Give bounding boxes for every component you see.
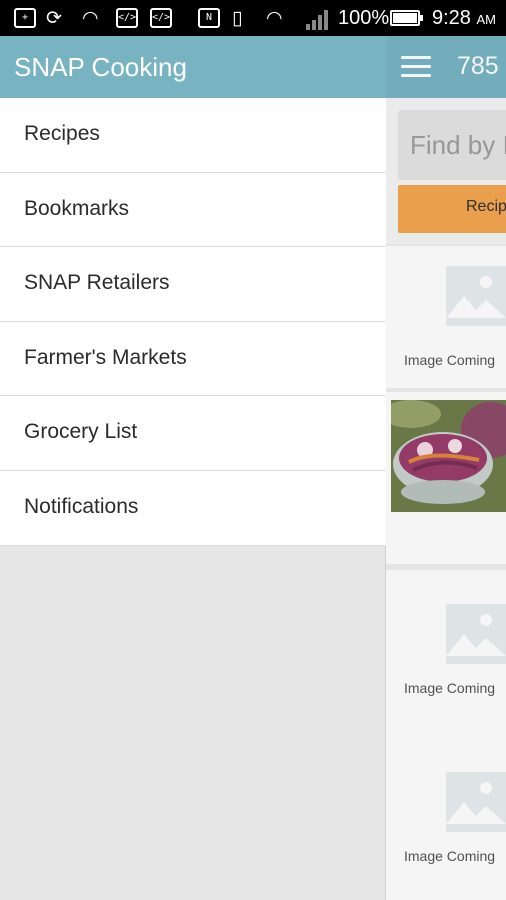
image-placeholder-icon	[446, 772, 506, 832]
app-title: SNAP Cooking	[14, 52, 187, 82]
image-caption: Image Coming	[404, 680, 496, 696]
menu-icon[interactable]	[401, 56, 431, 78]
search-input[interactable]: Find by I	[398, 110, 506, 180]
image-placeholder-icon	[446, 266, 506, 326]
navigation-drawer: SNAP Cooking Recipes Bookmarks SNAP Reta…	[0, 36, 386, 900]
drawer-item-recipes[interactable]: Recipes	[0, 98, 386, 173]
code-icon: </>	[116, 8, 138, 28]
wifi-icon: ◠	[82, 7, 99, 29]
battery-percent: 100%	[338, 7, 390, 29]
image-placeholder-icon	[446, 604, 506, 664]
drawer-item-grocery-list[interactable]: Grocery List	[0, 396, 386, 471]
clock-ampm: AM	[476, 12, 497, 27]
add-box-icon: +	[14, 8, 36, 28]
recipes-button[interactable]: Recip	[398, 185, 506, 233]
search-area: Find by I Recip	[386, 98, 506, 244]
recipe-card[interactable]: Image Coming	[386, 246, 506, 388]
image-caption: Image Coming	[404, 848, 496, 864]
drawer-item-label: Grocery List	[24, 420, 138, 444]
recipe-photo	[391, 400, 506, 512]
main-screen: 785 Find by I Recip Image Coming Image C…	[386, 36, 506, 900]
image-caption: Image Coming	[404, 352, 496, 368]
code-icon: </>	[150, 8, 172, 28]
drawer-item-snap-retailers[interactable]: SNAP Retailers	[0, 247, 386, 322]
wifi-icon: ◠	[266, 7, 283, 29]
drawer-item-notifications[interactable]: Notifications	[0, 470, 386, 546]
drawer-item-label: Notifications	[24, 494, 139, 518]
drawer-item-farmers-markets[interactable]: Farmer's Markets	[0, 321, 386, 397]
vibrate-icon: ▯	[232, 7, 243, 29]
drawer-item-label: Recipes	[24, 122, 100, 145]
nfc-icon: N	[198, 8, 220, 28]
battery-icon	[390, 10, 423, 26]
recipes-button-label: Recip	[466, 198, 506, 215]
signal-icon	[300, 8, 330, 30]
drawer-item-bookmarks[interactable]: Bookmarks	[0, 172, 386, 248]
status-bar: + ⟳ ◠ </> </> N ▯ ◠ 100% 9:28 AM	[0, 0, 506, 36]
drawer-item-label: Farmer's Markets	[24, 345, 187, 369]
drawer-item-label: Bookmarks	[24, 196, 130, 220]
drawer-item-label: SNAP Retailers	[24, 271, 170, 295]
main-app-bar: 785	[386, 36, 506, 98]
drawer-menu: Recipes Bookmarks SNAP Retailers Farmer'…	[0, 98, 386, 546]
recipe-card[interactable]	[386, 392, 506, 564]
recipe-count: 785	[457, 52, 499, 80]
drawer-header: SNAP Cooking	[0, 36, 386, 98]
recipe-card[interactable]: Image Coming Image Coming	[386, 570, 506, 900]
clock: 9:28 AM	[432, 7, 496, 31]
clock-time: 9:28	[432, 7, 471, 29]
search-placeholder: Find by I	[410, 130, 506, 160]
sync-icon: ⟳	[46, 7, 62, 29]
